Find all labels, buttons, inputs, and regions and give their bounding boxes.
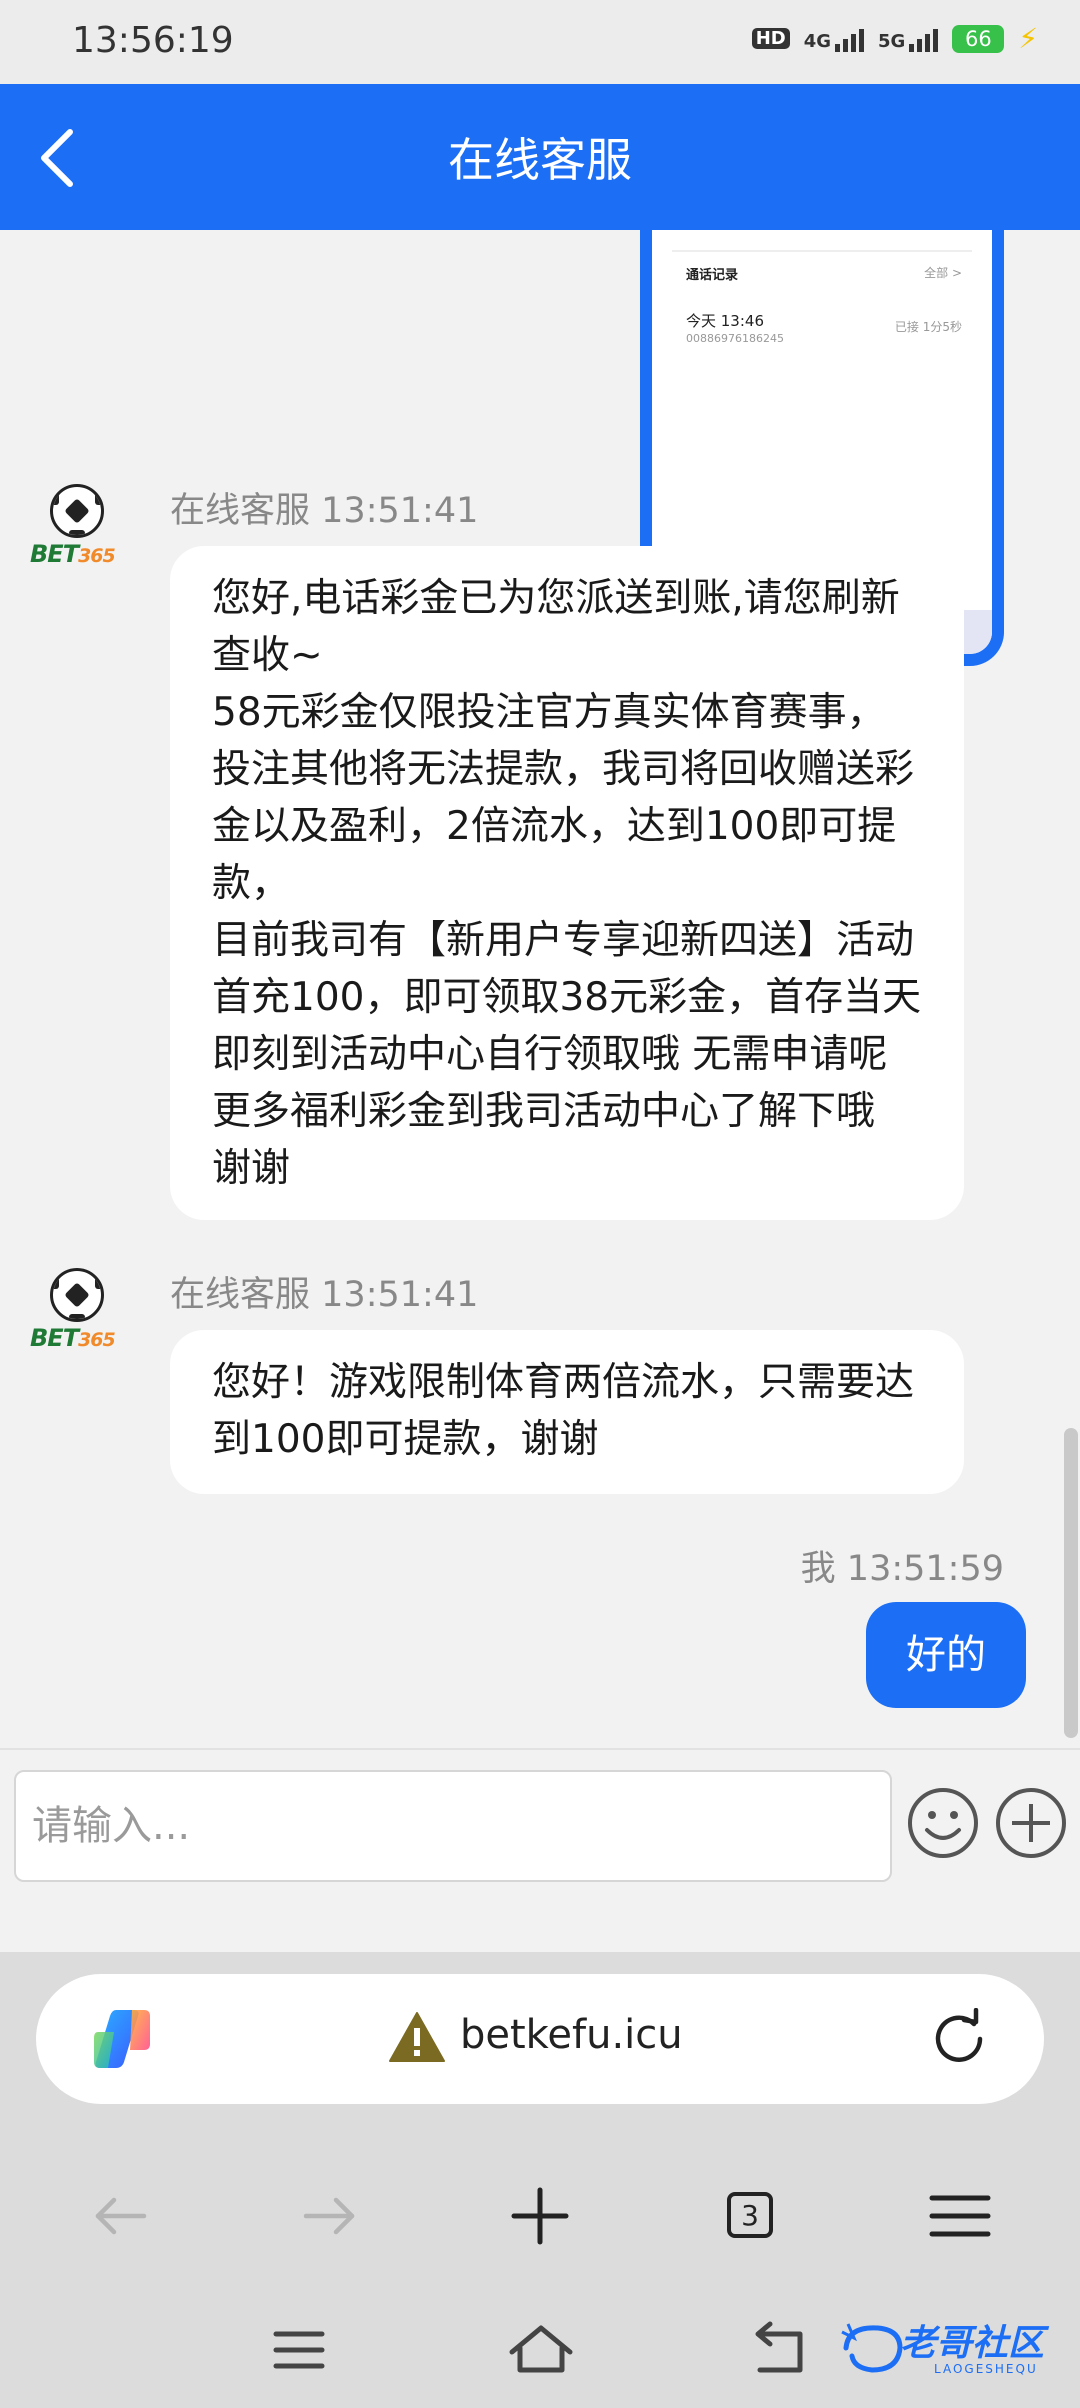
divider bbox=[672, 250, 972, 252]
agent-message-bubble: 您好！游戏限制体育两倍流水，只需要达到100即可提款，谢谢 bbox=[170, 1330, 964, 1494]
signal-icon bbox=[909, 26, 939, 52]
battery-icon: 66 bbox=[952, 24, 1005, 53]
home-icon[interactable] bbox=[506, 2320, 576, 2380]
menu-icon[interactable] bbox=[920, 2176, 1000, 2256]
call-log-number: 00886976186245 bbox=[686, 332, 784, 345]
status-time: 13:56:19 bbox=[72, 20, 234, 61]
sim1-signal: 4G bbox=[803, 26, 865, 52]
hd-icon: HD bbox=[751, 28, 790, 49]
message-time: 13:51:41 bbox=[321, 1275, 479, 1315]
sim2-signal: 5G bbox=[878, 26, 939, 52]
chat-header: 在线客服 bbox=[0, 84, 1080, 230]
my-message-meta: 我 13:51:59 bbox=[801, 1540, 1004, 1591]
message-input-bar bbox=[0, 1748, 1080, 1954]
watermark-text: 老哥社区 bbox=[900, 2323, 1045, 2364]
agent-avatar: BET365 bbox=[28, 484, 128, 584]
soccer-ball-icon bbox=[50, 1268, 104, 1322]
copilot-icon[interactable] bbox=[86, 2002, 160, 2076]
attach-plus-button[interactable] bbox=[994, 1786, 1068, 1860]
sender-name: 在线客服 bbox=[170, 491, 311, 531]
sender-name: 在线客服 bbox=[170, 1275, 311, 1315]
forward-arrow-icon[interactable] bbox=[290, 2176, 370, 2256]
message-time: 13:51:41 bbox=[321, 491, 479, 531]
message-time: 13:51:59 bbox=[846, 1549, 1004, 1589]
address-bar[interactable]: betkefu.icu bbox=[36, 1974, 1044, 2104]
call-log-title: 通话记录 bbox=[686, 268, 739, 283]
system-nav-bar: 老哥社区 LAOGESHEQU bbox=[0, 2292, 1080, 2408]
warning-icon[interactable] bbox=[388, 2010, 446, 2064]
my-message-bubble: 好的 bbox=[866, 1602, 1026, 1708]
message-meta: 在线客服 13:51:41 bbox=[170, 482, 478, 533]
emoji-button[interactable] bbox=[906, 1786, 980, 1860]
call-log-duration: 已接 1分5秒 bbox=[894, 320, 962, 334]
page-title: 在线客服 bbox=[448, 133, 632, 187]
bet365-logo: BET365 bbox=[30, 1324, 116, 1352]
watermark-logo: 老哥社区 LAOGESHEQU bbox=[838, 2312, 1074, 2392]
tabs-count: 3 bbox=[727, 2192, 773, 2238]
bet365-logo: BET365 bbox=[30, 540, 116, 568]
new-tab-plus-icon[interactable] bbox=[500, 2176, 580, 2256]
soccer-ball-icon bbox=[50, 484, 104, 538]
browser-chrome: betkefu.icu 3 老哥社区 LAOGESHEQU bbox=[0, 1952, 1080, 2408]
url-text[interactable]: betkefu.icu bbox=[460, 2012, 683, 2058]
chat-scrollbar[interactable] bbox=[1064, 1428, 1078, 1738]
chat-message-list[interactable]: 通话记录 全部 > 今天 13:46 00886976186245 已接 1分5… bbox=[0, 230, 1080, 1748]
call-log-time: 今天 13:46 bbox=[686, 312, 764, 330]
message-input[interactable] bbox=[14, 1770, 892, 1882]
back-icon[interactable] bbox=[744, 2320, 814, 2380]
back-arrow-icon[interactable] bbox=[80, 2176, 160, 2256]
signal-icon bbox=[835, 26, 865, 52]
agent-avatar: BET365 bbox=[28, 1268, 128, 1368]
call-log-see-all: 全部 > bbox=[924, 266, 962, 280]
browser-toolbar: 3 bbox=[0, 2152, 1080, 2272]
tabs-button[interactable]: 3 bbox=[710, 2176, 790, 2256]
sender-name: 我 bbox=[800, 1549, 836, 1589]
watermark-subtext: LAOGESHEQU bbox=[934, 2362, 1038, 2376]
message-meta: 在线客服 13:51:41 bbox=[170, 1266, 478, 1317]
agent-message-bubble: 您好,电话彩金已为您派送到账,请您刷新查收~ 58元彩金仅限投注官方真实体育赛事… bbox=[170, 546, 964, 1220]
sim2-label: 5G bbox=[878, 30, 906, 52]
recents-icon[interactable] bbox=[264, 2320, 334, 2380]
reload-icon[interactable] bbox=[928, 2008, 990, 2070]
dragon-icon bbox=[841, 2323, 903, 2373]
charging-icon: ⚡ bbox=[1018, 22, 1038, 55]
sim1-label: 4G bbox=[803, 30, 832, 52]
status-icons: HD 4G 5G 66 ⚡ bbox=[751, 22, 1038, 55]
status-bar: 13:56:19 HD 4G 5G 66 ⚡ bbox=[0, 0, 1080, 84]
